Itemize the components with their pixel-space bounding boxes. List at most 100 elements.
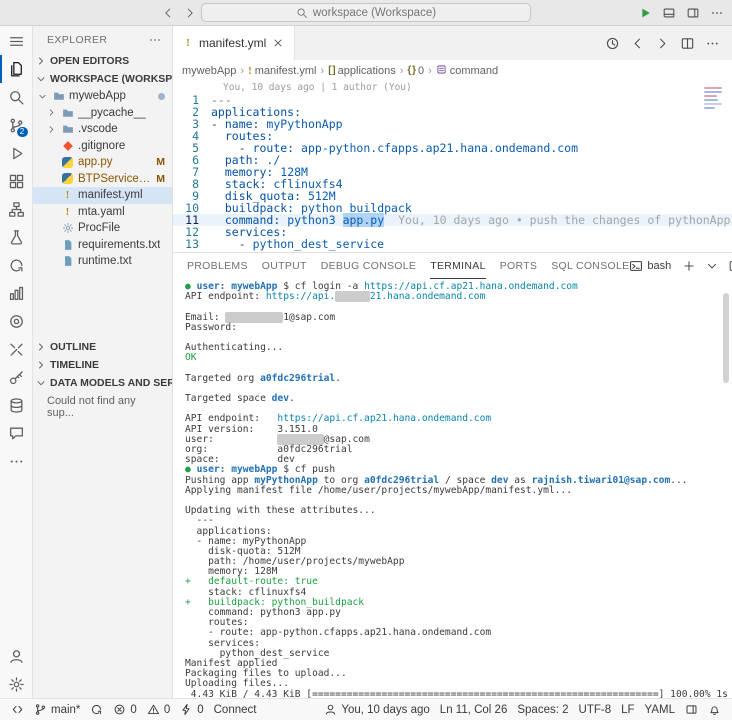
explorer-more-icon[interactable] [148, 33, 162, 47]
sidebar-title: EXPLORER [47, 34, 108, 46]
language-mode-item[interactable]: YAML [640, 699, 680, 720]
folder-file-icon [61, 107, 74, 119]
section-workspace[interactable]: WORKSPACE (WORKSPACE) [33, 70, 172, 88]
run-debug-icon[interactable] [0, 139, 33, 167]
tree-item-btpservices-py[interactable]: BTPServices.py M [33, 171, 172, 188]
section-outline[interactable]: OUTLINE [33, 338, 172, 356]
source-control-blame-item[interactable]: You, 10 days ago [319, 699, 434, 720]
minimap[interactable] [704, 85, 722, 111]
encoding-item[interactable]: UTF-8 [574, 699, 617, 720]
tree-item-app-py[interactable]: app.py M [33, 154, 172, 171]
customize-layout-icon[interactable] [686, 6, 700, 20]
breadcrumb-mywebapp[interactable]: mywebApp [182, 65, 236, 77]
warnings-item[interactable]: 0 [142, 699, 175, 720]
explorer-icon[interactable] [0, 55, 33, 83]
tools-view-icon[interactable] [0, 335, 33, 363]
run-task-icon[interactable] [638, 6, 652, 20]
refresh-view-icon[interactable] [0, 251, 33, 279]
remote-indicator[interactable] [6, 699, 29, 720]
key-vault-icon[interactable] [0, 363, 33, 391]
terminal-profiles-dropdown[interactable] [705, 259, 719, 273]
panel-tab-output[interactable]: OUTPUT [262, 253, 307, 279]
panel-tab-terminal[interactable]: TERMINAL [430, 253, 486, 279]
code-editor[interactable]: You, 10 days ago | 1 author (You) 1 --- 2 a… [173, 81, 732, 252]
section-timeline[interactable]: TIMELINE [33, 356, 172, 374]
breadcrumb-0[interactable]: { } 0 [407, 65, 424, 77]
tree-item-mta-yaml[interactable]: ! mta.yaml [33, 204, 172, 221]
back-button[interactable] [630, 36, 645, 51]
tree-item-vscode[interactable]: .vscode [33, 121, 172, 138]
new-terminal-button[interactable] [682, 259, 696, 273]
cf-targets-icon[interactable] [0, 195, 33, 223]
terminal-line: Targeted org a0fdc296trial. [185, 372, 341, 384]
section-open-editors[interactable]: OPEN EDITORS [33, 52, 172, 70]
forward-button[interactable] [655, 36, 670, 51]
tree-item-gitignore[interactable]: .gitignore [33, 138, 172, 155]
accounts-icon[interactable] [0, 642, 33, 670]
split-terminal-button[interactable] [728, 259, 732, 273]
section-data-models[interactable]: DATA MODELS AND SERVICES [33, 374, 172, 392]
source-control-icon[interactable]: 2 [0, 111, 33, 139]
terminal-line: Authenticating... [185, 342, 284, 354]
history-forward-icon[interactable] [183, 6, 197, 20]
zap-icon [180, 703, 193, 716]
tree-item-pycache[interactable]: __pycache__ [33, 105, 172, 122]
terminal-scrollbar[interactable] [723, 293, 729, 383]
more-editor-actions-button[interactable] [705, 36, 720, 51]
timeline-button[interactable] [605, 36, 620, 51]
tree-item-mywebapp[interactable]: mywebApp [33, 88, 172, 105]
breadcrumb-command[interactable]: command [436, 64, 498, 78]
search-view-icon[interactable] [0, 83, 33, 111]
tab-close-icon[interactable] [272, 37, 284, 49]
ports-item[interactable]: 0 [175, 699, 208, 720]
database-view-icon[interactable] [0, 391, 33, 419]
split-editor-button[interactable] [680, 36, 695, 51]
terminal-line: Applying manifest file /home/user/projec… [185, 484, 572, 496]
chevron-right-icon [35, 55, 47, 67]
toggle-panel-icon[interactable] [662, 6, 676, 20]
metrics-view-icon[interactable] [0, 279, 33, 307]
settings-gear-icon[interactable] [0, 670, 33, 698]
cursor-position-item[interactable]: Ln 11, Col 26 [435, 699, 513, 720]
notifications-item[interactable] [703, 699, 726, 720]
panel-tab-debug-console[interactable]: DEBUG CONSOLE [321, 253, 417, 279]
test-explorer-icon[interactable] [0, 223, 33, 251]
terminal-output[interactable]: ● user: mywebApp $ cf login -a https://a… [173, 279, 732, 698]
panel-tab-problems[interactable]: PROBLEMS [187, 253, 248, 279]
titlebar-more-icon[interactable] [710, 6, 724, 20]
history-back-icon[interactable] [161, 6, 175, 20]
target-view-icon[interactable] [0, 307, 33, 335]
errors-item[interactable]: 0 [108, 699, 141, 720]
breadcrumb-manifest-yml[interactable]: ! manifest.yml [248, 65, 316, 77]
tree-item-manifest-yml[interactable]: ! manifest.yml [33, 187, 172, 204]
python-file-icon [61, 173, 74, 185]
modified-badge: M [156, 156, 165, 169]
terminal-icon [629, 259, 643, 273]
extensions-icon[interactable] [0, 167, 33, 195]
timeline-label: TIMELINE [50, 358, 99, 371]
symbol-command-icon [436, 64, 447, 78]
tab-manifest-yml[interactable]: ! manifest.yml [173, 26, 296, 60]
layout-item[interactable] [680, 699, 703, 720]
panel-actions: bash [629, 259, 732, 273]
code-line-13[interactable]: 13 - python_dest_service [173, 238, 732, 250]
feedback-icon[interactable] [0, 419, 33, 447]
sync-item[interactable] [85, 699, 108, 720]
terminal-instance-bash[interactable]: bash [629, 259, 671, 273]
panel-tab-sql-console[interactable]: SQL CONSOLE [551, 253, 629, 279]
branch-item[interactable]: main* [29, 699, 85, 720]
indentation-item[interactable]: Spaces: 2 [512, 699, 573, 720]
tree-item-requirements-txt[interactable]: requirements.txt [33, 237, 172, 254]
terminal-line: API endpoint: https://api. 21.hana.ondem… [185, 291, 486, 303]
eol-item[interactable]: LF [616, 699, 639, 720]
tree-item-procfile[interactable]: ProcFile [33, 220, 172, 237]
tree-item-runtime-txt[interactable]: runtime.txt [33, 253, 172, 270]
additional-views-icon[interactable] [0, 447, 33, 475]
breadcrumb-applications[interactable]: [ ] applications [328, 65, 396, 77]
connect-item[interactable]: Connect [209, 699, 262, 720]
panel-tab-ports[interactable]: PORTS [500, 253, 537, 279]
command-center-search[interactable]: workspace (Workspace) [201, 3, 531, 22]
chevron-right-icon [35, 359, 47, 371]
terminal-line: Password: [185, 321, 237, 333]
menu-icon[interactable] [0, 27, 33, 55]
